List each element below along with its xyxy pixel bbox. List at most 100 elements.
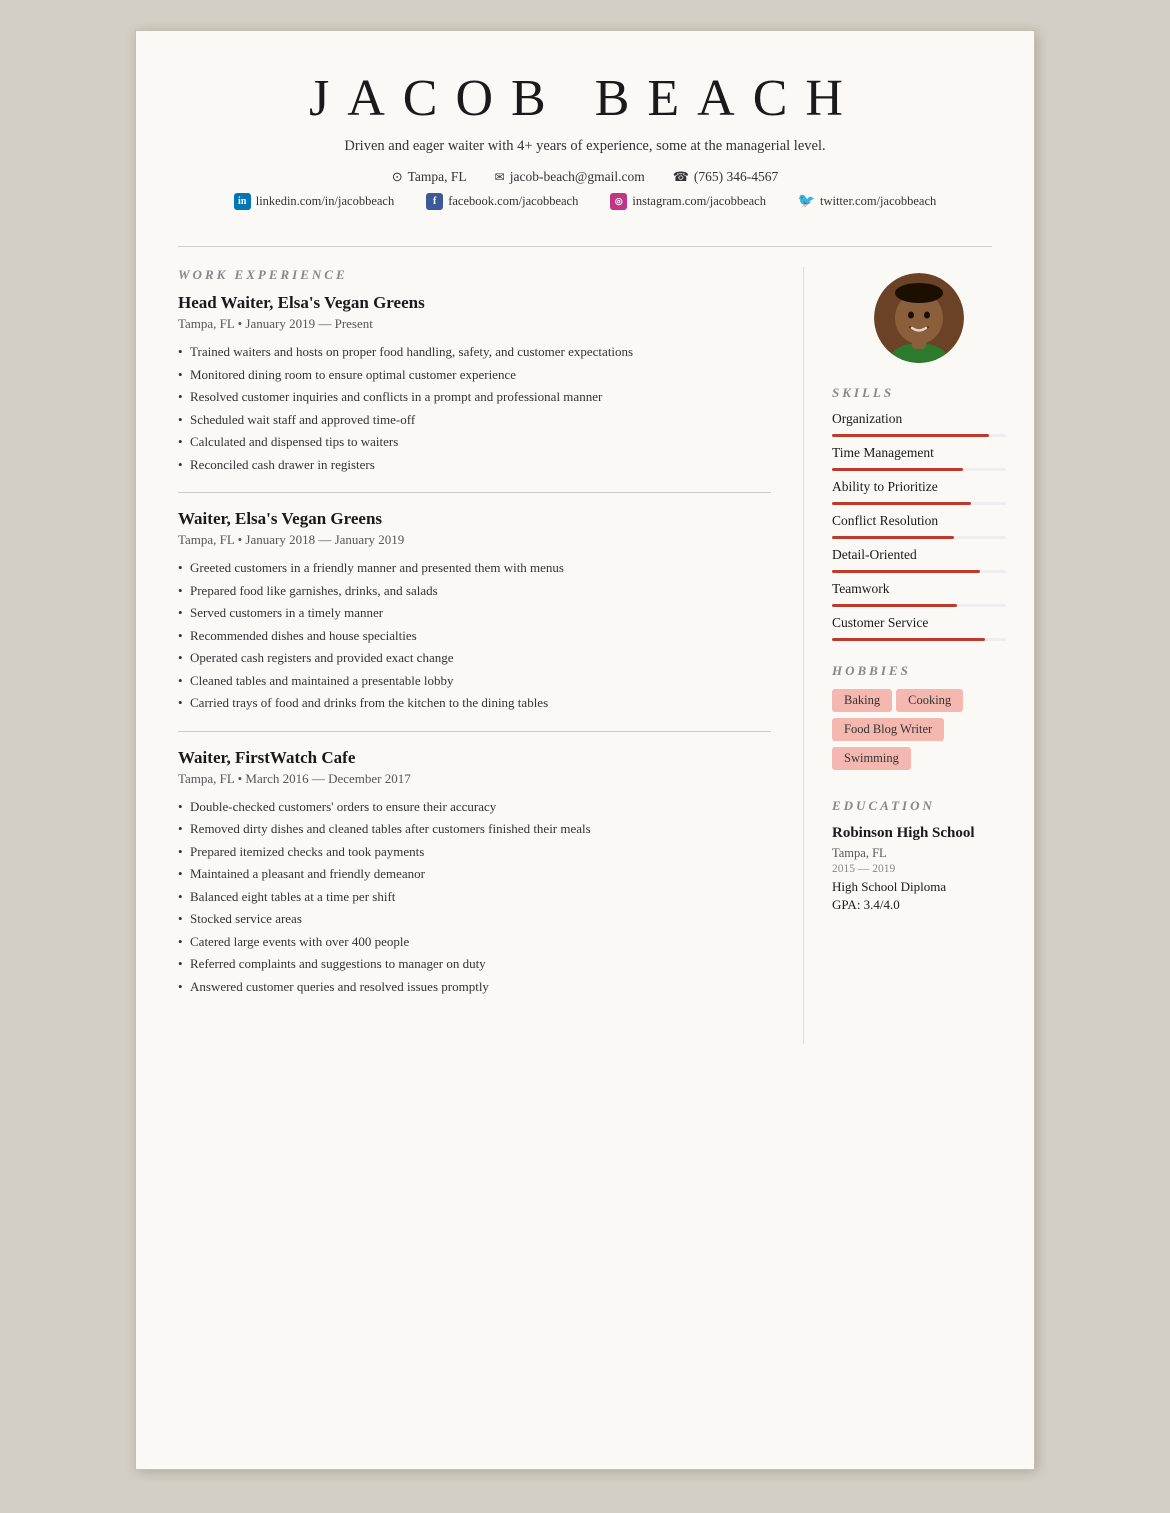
bullet-item: Trained waiters and hosts on proper food… <box>178 342 771 362</box>
instagram-icon: ◎ <box>610 193 627 210</box>
bullet-item: Removed dirty dishes and cleaned tables … <box>178 819 771 839</box>
bullet-item: Greeted customers in a friendly manner a… <box>178 558 771 578</box>
linkedin-text: linkedin.com/in/jacobbeach <box>256 194 395 209</box>
linkedin-icon: in <box>234 193 251 210</box>
location-item: ⊙ Tampa, FL <box>392 169 467 185</box>
skill-bar-container <box>832 502 1006 505</box>
avatar-container <box>832 273 1006 363</box>
email-item: ✉ jacob-beach@gmail.com <box>495 169 645 185</box>
email-icon: ✉ <box>495 170 505 185</box>
skill-name: Detail-Oriented <box>832 547 1006 568</box>
job-bullets: Greeted customers in a friendly manner a… <box>178 558 771 713</box>
job-meta: Tampa, FL • January 2018 — January 2019 <box>178 532 771 548</box>
twitter-text: twitter.com/jacobbeach <box>820 194 936 209</box>
skill-name: Ability to Prioritize <box>832 479 1006 500</box>
job-meta: Tampa, FL • January 2019 — Present <box>178 316 771 332</box>
email-text: jacob-beach@gmail.com <box>510 169 645 185</box>
school-name: Robinson High School <box>832 824 1006 844</box>
hobby-tag: Baking <box>832 689 892 712</box>
school-degree: High School Diploma <box>832 879 1006 895</box>
bullet-item: Scheduled wait staff and approved time-o… <box>178 410 771 430</box>
job-title: Waiter, Elsa's Vegan Greens <box>178 509 771 529</box>
phone-item: ☎ (765) 346-4567 <box>673 169 779 185</box>
bullet-item: Recommended dishes and house specialties <box>178 626 771 646</box>
facebook-item: f facebook.com/jacobbeach <box>426 193 578 210</box>
skill-bar-container <box>832 468 1006 471</box>
bullet-item: Calculated and dispensed tips to waiters <box>178 432 771 452</box>
job-bullets: Double-checked customers' orders to ensu… <box>178 797 771 997</box>
location-text: Tampa, FL <box>408 169 467 185</box>
tagline: Driven and eager waiter with 4+ years of… <box>196 138 974 155</box>
skill-name: Time Management <box>832 445 1006 466</box>
skill-bar <box>832 638 985 641</box>
work-experience-title: WORK EXPERIENCE <box>178 267 771 283</box>
facebook-icon: f <box>426 193 443 210</box>
job-title: Head Waiter, Elsa's Vegan Greens <box>178 293 771 313</box>
job-bullets: Trained waiters and hosts on proper food… <box>178 342 771 474</box>
skill-name: Customer Service <box>832 615 1006 636</box>
resume-wrapper: JACOB BEACH Driven and eager waiter with… <box>135 30 1035 1470</box>
skill-bar-container <box>832 536 1006 539</box>
bullet-item: Reconciled cash drawer in registers <box>178 455 771 475</box>
bullet-item: Double-checked customers' orders to ensu… <box>178 797 771 817</box>
bullet-item: Answered customer queries and resolved i… <box>178 977 771 997</box>
bullet-item: Balanced eight tables at a time per shif… <box>178 887 771 907</box>
skills-title: SKILLS <box>832 385 1006 401</box>
skill-bar <box>832 570 980 573</box>
skills-container: Organization Time Management Ability to Pr… <box>832 411 1006 641</box>
skill-bar <box>832 502 971 505</box>
skill-bar-container <box>832 570 1006 573</box>
skill-name: Organization <box>832 411 1006 432</box>
bullet-item: Prepared food like garnishes, drinks, an… <box>178 581 771 601</box>
bullet-item: Referred complaints and suggestions to m… <box>178 954 771 974</box>
skill-bar <box>832 604 957 607</box>
header-section: JACOB BEACH Driven and eager waiter with… <box>136 31 1034 236</box>
right-column: SKILLS Organization Time Management Abilit… <box>804 267 1034 1044</box>
instagram-text: instagram.com/jacobbeach <box>632 194 766 209</box>
hobbies-title: HOBBIES <box>832 663 1006 679</box>
instagram-item: ◎ instagram.com/jacobbeach <box>610 193 766 210</box>
contact-line: ⊙ Tampa, FL ✉ jacob-beach@gmail.com ☎ (7… <box>196 169 974 185</box>
left-column: WORK EXPERIENCE Head Waiter, Elsa's Vega… <box>136 267 804 1044</box>
linkedin-item: in linkedin.com/in/jacobbeach <box>234 193 395 210</box>
hobbies-section: HOBBIES BakingCookingFood Blog WriterSwi… <box>832 663 1006 776</box>
phone-text: (765) 346-4567 <box>694 169 778 185</box>
jobs-container: Head Waiter, Elsa's Vegan Greens Tampa, F… <box>178 293 771 996</box>
skill-name: Conflict Resolution <box>832 513 1006 534</box>
bullet-item: Maintained a pleasant and friendly demea… <box>178 864 771 884</box>
skills-section: SKILLS Organization Time Management Abilit… <box>832 385 1006 641</box>
bullet-item: Operated cash registers and provided exa… <box>178 648 771 668</box>
skill-bar <box>832 468 963 471</box>
hobby-tag: Food Blog Writer <box>832 718 944 741</box>
main-body: WORK EXPERIENCE Head Waiter, Elsa's Vega… <box>136 247 1034 1044</box>
bullet-item: Cleaned tables and maintained a presenta… <box>178 671 771 691</box>
skill-bar-container <box>832 638 1006 641</box>
avatar <box>874 273 964 363</box>
hobby-tag: Cooking <box>896 689 963 712</box>
skill-name: Teamwork <box>832 581 1006 602</box>
job-title: Waiter, FirstWatch Cafe <box>178 748 771 768</box>
school-location: Tampa, FL <box>832 846 1006 861</box>
job-entry: Head Waiter, Elsa's Vegan Greens Tampa, F… <box>178 293 771 474</box>
skill-bar-container <box>832 434 1006 437</box>
bullet-item: Stocked service areas <box>178 909 771 929</box>
school-gpa: GPA: 3.4/4.0 <box>832 897 1006 913</box>
bullet-item: Resolved customer inquiries and conflict… <box>178 387 771 407</box>
twitter-icon: 🐦 <box>798 193 815 210</box>
bullet-item: Carried trays of food and drinks from th… <box>178 693 771 713</box>
school-dates: 2015 — 2019 <box>832 863 1006 875</box>
phone-icon: ☎ <box>673 169 689 185</box>
education-title: EDUCATION <box>832 798 1006 814</box>
social-line: in linkedin.com/in/jacobbeach f facebook… <box>196 193 974 210</box>
job-meta: Tampa, FL • March 2016 — December 2017 <box>178 771 771 787</box>
skill-bar <box>832 536 954 539</box>
job-divider <box>178 492 771 493</box>
bullet-item: Served customers in a timely manner <box>178 603 771 623</box>
skill-bar <box>832 434 989 437</box>
location-icon: ⊙ <box>392 169 403 185</box>
education-section: EDUCATION Robinson High School Tampa, FL… <box>832 798 1006 913</box>
bullet-item: Catered large events with over 400 peopl… <box>178 932 771 952</box>
job-entry: Waiter, Elsa's Vegan Greens Tampa, FL • J… <box>178 509 771 713</box>
candidate-name: JACOB BEACH <box>196 69 974 128</box>
skill-bar-container <box>832 604 1006 607</box>
